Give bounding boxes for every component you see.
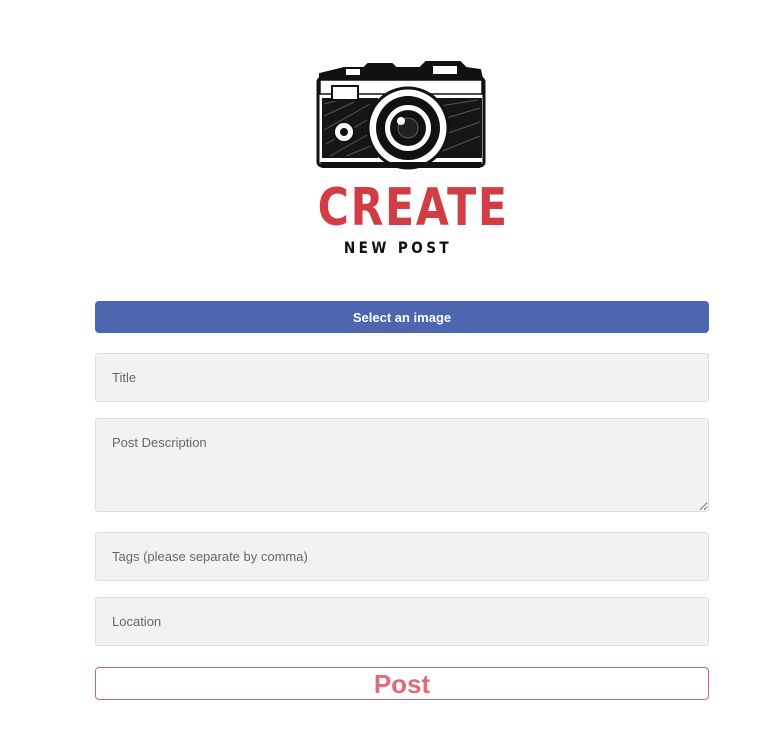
logo-title: CREATE xyxy=(317,178,509,238)
tags-input[interactable] xyxy=(95,532,709,581)
description-textarea[interactable] xyxy=(95,418,709,512)
title-input[interactable] xyxy=(95,353,709,402)
select-image-button[interactable]: Select an image xyxy=(95,301,709,333)
post-button[interactable]: Post xyxy=(95,667,709,700)
logo-subtitle: NEW POST xyxy=(343,238,453,257)
create-post-form: Select an image Post xyxy=(95,301,709,700)
camera-icon xyxy=(316,61,486,170)
location-input[interactable] xyxy=(95,597,709,646)
create-post-logo: CREATE NEW POST xyxy=(300,60,509,260)
